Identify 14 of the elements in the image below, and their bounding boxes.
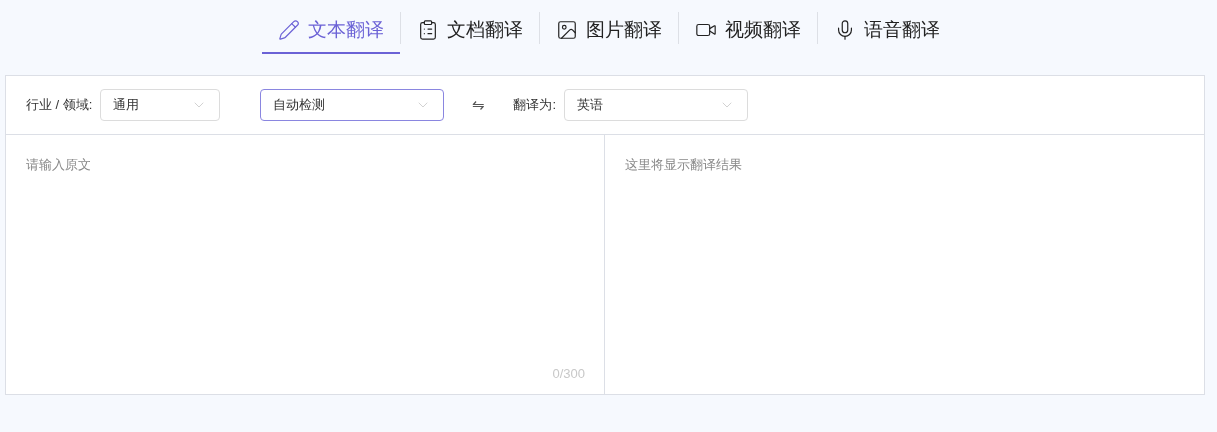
dropdown[interactable]: 英语	[564, 89, 749, 121]
image-icon	[555, 19, 578, 41]
tab[interactable]: 文本翻译	[261, 8, 400, 54]
dropdown[interactable]: 自动检测	[260, 89, 445, 121]
tab[interactable]: 视频翻译	[678, 8, 817, 54]
pencil-icon	[277, 19, 300, 41]
domain-label: 行业 / 领域:	[26, 96, 93, 115]
tab[interactable]: 语音翻译	[817, 8, 956, 54]
swap-button[interactable]: ⇋	[472, 93, 486, 117]
dropdown[interactable]: 通用	[100, 89, 221, 121]
tab[interactable]: 文档翻译	[400, 8, 539, 54]
target-label: 翻译为:	[513, 96, 557, 115]
result-field[interactable]: 这里将显示翻译结果	[605, 135, 1205, 395]
tab[interactable]: 图片翻译	[539, 8, 678, 54]
